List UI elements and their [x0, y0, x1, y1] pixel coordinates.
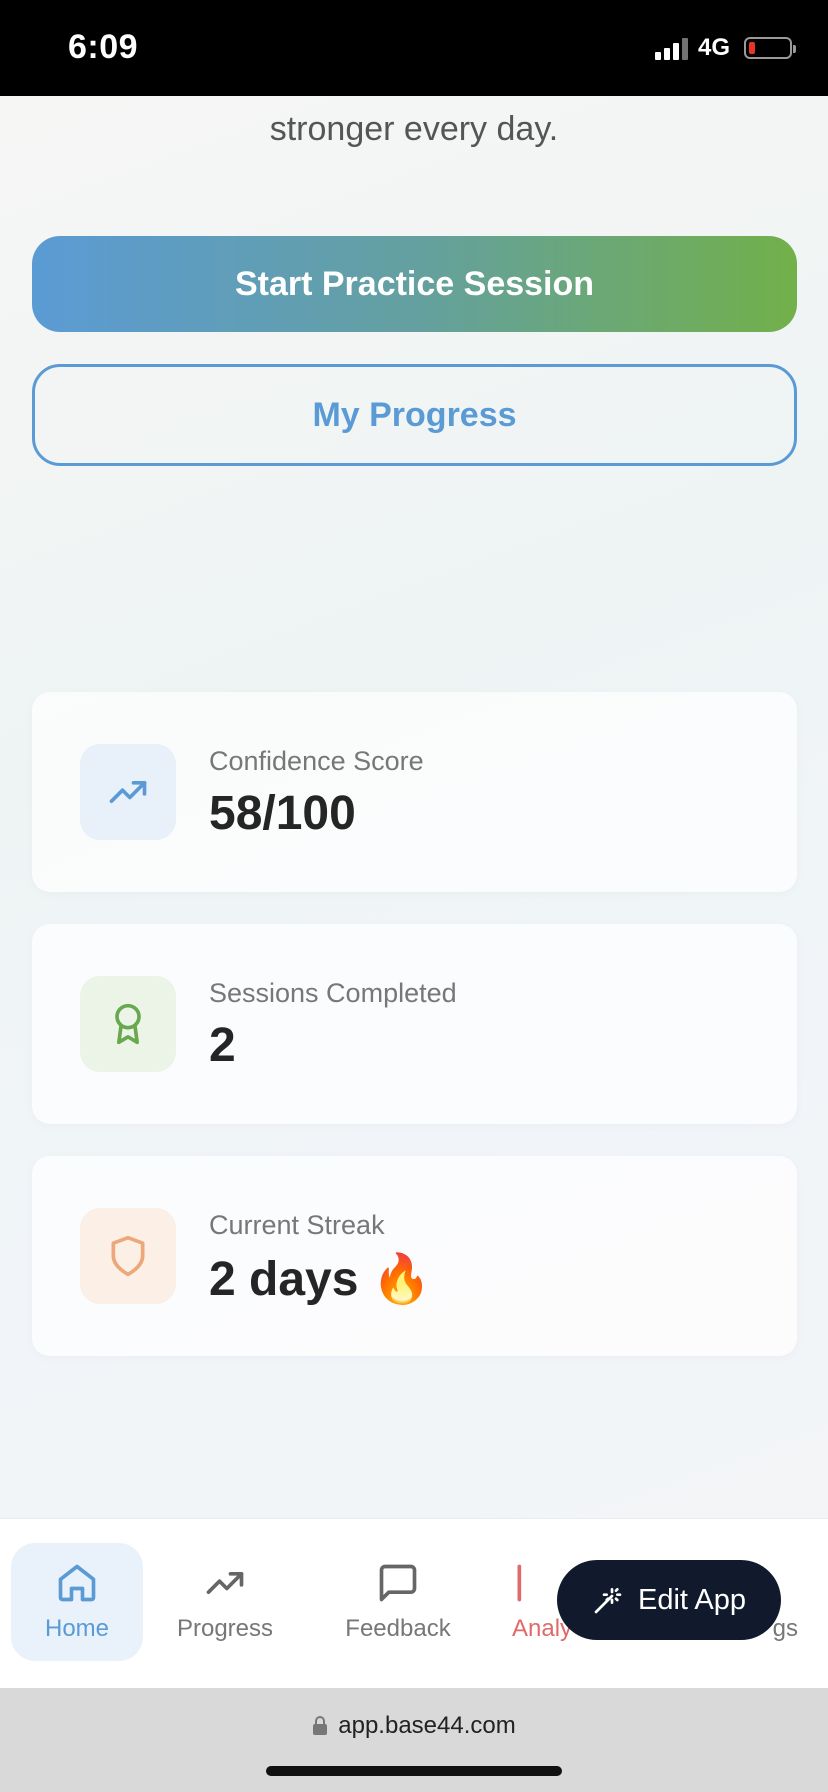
sessions-completed-card: Sessions Completed 2 [32, 924, 797, 1124]
home-indicator [266, 1766, 562, 1776]
nav-item-feedback[interactable]: Feedback [330, 1543, 466, 1661]
lock-icon [313, 1716, 328, 1735]
stat-value: 2 days 🔥 [209, 1253, 432, 1306]
message-square-icon [379, 1564, 417, 1602]
stat-value: 2 [209, 1019, 236, 1072]
home-icon [58, 1564, 96, 1602]
battery-icon [744, 37, 796, 59]
url-display[interactable]: app.base44.com [0, 1712, 828, 1740]
shield-icon [80, 1208, 176, 1304]
bar-icon [517, 1564, 522, 1602]
stat-value: 58/100 [209, 787, 356, 840]
nav-item-progress[interactable]: Progress [160, 1543, 290, 1661]
stat-label: Confidence Score [209, 746, 424, 776]
main-content: stronger every day. Start Practice Sessi… [0, 96, 828, 1518]
status-bar: 6:09 4G [0, 0, 828, 96]
signal-icon [654, 36, 688, 60]
my-progress-button[interactable]: My Progress [32, 364, 797, 466]
hero-tagline: stronger every day. [269, 110, 559, 148]
confidence-score-card: Confidence Score 58/100 [32, 692, 797, 892]
edit-app-button[interactable]: Edit App [557, 1560, 781, 1640]
trending-up-icon [80, 744, 176, 840]
browser-address-bar[interactable]: app.base44.com [0, 1688, 828, 1792]
stat-label: Sessions Completed [209, 978, 457, 1008]
nav-label: Home [44, 1615, 110, 1642]
trending-up-icon [206, 1572, 244, 1594]
nav-label: Progress [176, 1615, 274, 1642]
status-time: 6:09 [68, 28, 139, 66]
network-label: 4G [697, 34, 730, 61]
nav-label: Feedback [345, 1615, 451, 1642]
nav-label: gs [772, 1615, 798, 1642]
edit-app-label: Edit App [637, 1583, 747, 1616]
url-text: app.base44.com [338, 1712, 516, 1739]
magic-wand-icon [594, 1588, 622, 1614]
start-practice-session-button[interactable]: Start Practice Session [32, 236, 797, 332]
award-icon [80, 976, 176, 1072]
stat-label: Current Streak [209, 1210, 385, 1240]
nav-item-home[interactable]: Home [11, 1543, 143, 1661]
status-indicators: 4G [654, 34, 796, 62]
current-streak-card: Current Streak 2 days 🔥 [32, 1156, 797, 1356]
